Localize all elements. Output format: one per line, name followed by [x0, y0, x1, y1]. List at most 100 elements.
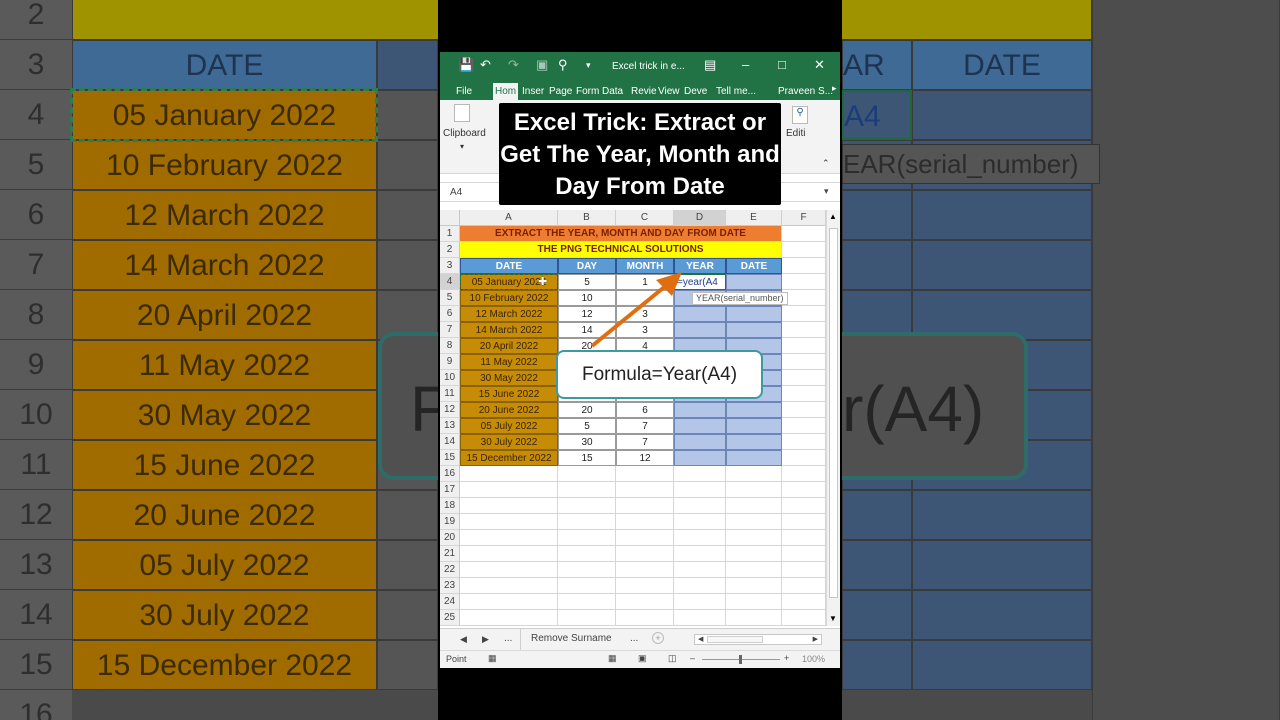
year-cell[interactable]: [674, 450, 726, 466]
empty-cell[interactable]: [726, 578, 782, 594]
row-header[interactable]: 25: [440, 610, 460, 626]
zoom-out-icon[interactable]: –: [690, 653, 695, 663]
empty-cell[interactable]: [726, 482, 782, 498]
clipboard-group-label[interactable]: Clipboard: [443, 128, 486, 139]
more-sheets-right[interactable]: ...: [630, 633, 638, 644]
empty-cell[interactable]: [782, 498, 826, 514]
row-header[interactable]: 10: [440, 370, 460, 386]
tab-page[interactable]: Page: [547, 83, 574, 100]
empty-cell[interactable]: [782, 514, 826, 530]
empty-cell[interactable]: [674, 594, 726, 610]
redo-icon[interactable]: ↷: [508, 57, 519, 73]
tab-view[interactable]: View: [656, 83, 682, 100]
macro-record-icon[interactable]: ▦: [488, 653, 497, 664]
empty-cell[interactable]: [782, 562, 826, 578]
name-box[interactable]: A4: [450, 187, 462, 198]
empty-cell[interactable]: [782, 322, 826, 338]
empty-cell[interactable]: [782, 450, 826, 466]
empty-cell[interactable]: [616, 562, 674, 578]
worksheet-grid[interactable]: A B C D E F 1 2 3 4 5 6 7 8 9 10 11 12 13 14 15 16 17 18 19 20 21 2…: [440, 210, 826, 626]
normal-view-icon[interactable]: ▦: [608, 653, 617, 664]
empty-cell[interactable]: [782, 290, 826, 306]
empty-cell[interactable]: [558, 530, 616, 546]
empty-cell[interactable]: [616, 530, 674, 546]
empty-cell[interactable]: [782, 402, 826, 418]
zoom-slider-thumb[interactable]: [739, 655, 742, 664]
empty-cell[interactable]: [726, 546, 782, 562]
expand-formula-icon[interactable]: ▾: [824, 186, 829, 197]
row-header[interactable]: 2: [440, 242, 460, 258]
empty-cell[interactable]: [782, 338, 826, 354]
add-sheet-icon[interactable]: +: [652, 632, 664, 644]
year-cell[interactable]: [674, 402, 726, 418]
empty-cell[interactable]: [616, 498, 674, 514]
row-header[interactable]: 24: [440, 594, 460, 610]
empty-cell[interactable]: [674, 578, 726, 594]
row-header[interactable]: 19: [440, 514, 460, 530]
year-cell[interactable]: [674, 306, 726, 322]
day-cell[interactable]: 5: [558, 418, 616, 434]
empty-cell[interactable]: [460, 578, 558, 594]
year-cell[interactable]: [674, 418, 726, 434]
day-cell[interactable]: 20: [558, 402, 616, 418]
empty-cell[interactable]: [782, 434, 826, 450]
date-output-cell[interactable]: [726, 322, 782, 338]
date-cell[interactable]: 14 March 2022: [460, 322, 558, 338]
empty-cell[interactable]: [460, 594, 558, 610]
empty-cell[interactable]: [782, 354, 826, 370]
empty-cell[interactable]: [616, 482, 674, 498]
row-header[interactable]: 23: [440, 578, 460, 594]
column-header-a[interactable]: A: [460, 210, 558, 226]
vertical-scrollbar[interactable]: ▲ ▼: [826, 210, 840, 626]
empty-cell[interactable]: [782, 546, 826, 562]
row-header[interactable]: 20: [440, 530, 460, 546]
empty-cell[interactable]: [674, 530, 726, 546]
editing-group-label[interactable]: Editi: [786, 128, 805, 139]
undo-icon[interactable]: ↶: [480, 57, 491, 73]
month-cell[interactable]: 12: [616, 450, 674, 466]
day-cell[interactable]: 14: [558, 322, 616, 338]
empty-cell[interactable]: [674, 466, 726, 482]
date-output-cell[interactable]: [726, 402, 782, 418]
month-cell[interactable]: 1: [616, 274, 674, 290]
empty-cell[interactable]: [782, 466, 826, 482]
empty-cell[interactable]: [558, 482, 616, 498]
date-cell[interactable]: 11 May 2022: [460, 354, 558, 370]
empty-cell[interactable]: [674, 562, 726, 578]
empty-cell[interactable]: [726, 514, 782, 530]
column-header-b[interactable]: B: [558, 210, 616, 226]
empty-cell[interactable]: [460, 514, 558, 530]
empty-cell[interactable]: [782, 530, 826, 546]
date-output-cell[interactable]: [726, 434, 782, 450]
date-output-cell[interactable]: [726, 274, 782, 290]
row-header[interactable]: 13: [440, 418, 460, 434]
scroll-thumb[interactable]: [829, 228, 838, 598]
day-cell[interactable]: 12: [558, 306, 616, 322]
ribbon-display-icon[interactable]: ▤: [704, 57, 716, 73]
select-all-corner[interactable]: [440, 210, 460, 226]
tab-inser[interactable]: Inser: [520, 83, 546, 100]
empty-cell[interactable]: [460, 482, 558, 498]
year-cell[interactable]: [674, 434, 726, 450]
collapse-ribbon-icon[interactable]: ⌃: [822, 158, 830, 169]
tabs-scroll-icon[interactable]: ▸: [832, 83, 837, 94]
empty-cell[interactable]: [674, 498, 726, 514]
date-cell[interactable]: 20 June 2022: [460, 402, 558, 418]
day-cell[interactable]: 30: [558, 434, 616, 450]
empty-cell[interactable]: [616, 546, 674, 562]
row-header[interactable]: 22: [440, 562, 460, 578]
row-header[interactable]: 9: [440, 354, 460, 370]
month-cell[interactable]: 3: [616, 322, 674, 338]
scroll-left-icon[interactable]: ◀: [698, 635, 703, 643]
empty-cell[interactable]: [558, 610, 616, 626]
empty-cell[interactable]: [558, 466, 616, 482]
empty-cell[interactable]: [558, 546, 616, 562]
day-cell[interactable]: 15: [558, 450, 616, 466]
date-cell[interactable]: 12 March 2022: [460, 306, 558, 322]
empty-cell[interactable]: [674, 514, 726, 530]
save-icon[interactable]: 💾: [458, 57, 474, 73]
tab-praveens[interactable]: Praveen S...: [776, 83, 835, 100]
row-header[interactable]: 16: [440, 466, 460, 482]
row-header[interactable]: 18: [440, 498, 460, 514]
empty-cell[interactable]: [726, 530, 782, 546]
